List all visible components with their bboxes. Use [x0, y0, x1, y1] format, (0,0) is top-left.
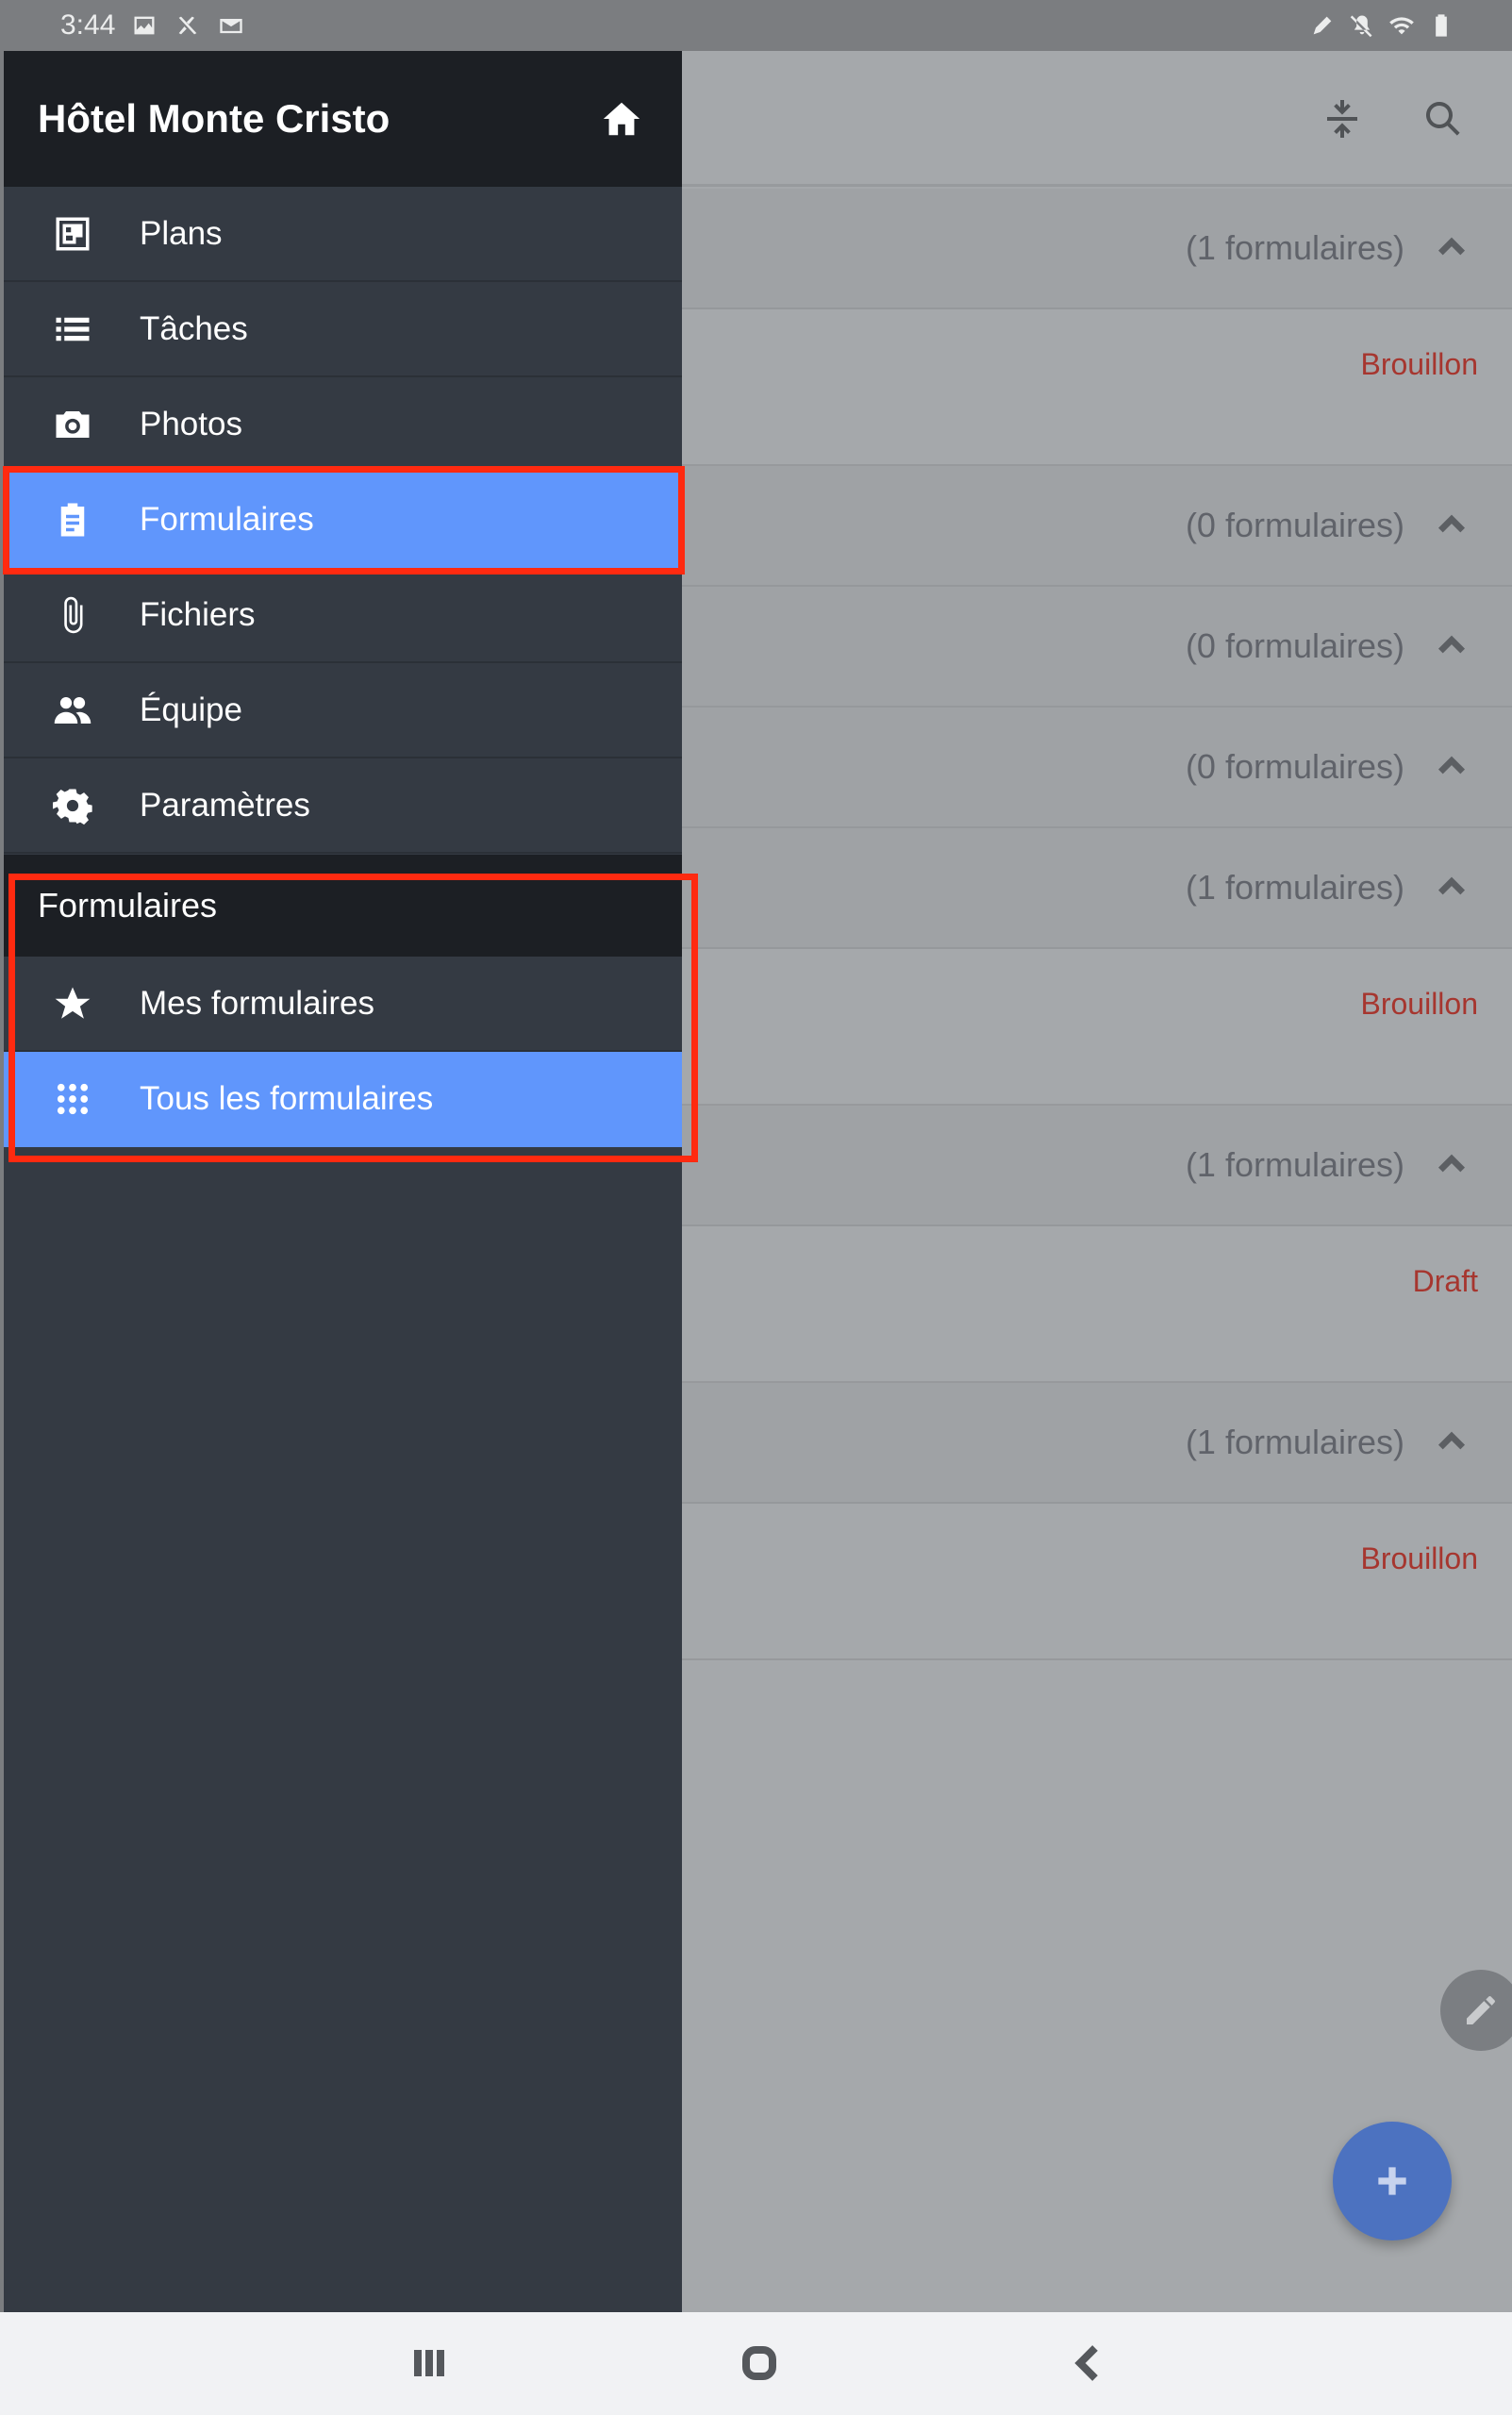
form-row[interactable]: Brouillon	[682, 1504, 1512, 1660]
nav-item-forms[interactable]: Formulaires	[4, 473, 682, 568]
plans-icon	[51, 212, 94, 256]
pencil-icon	[1467, 1996, 1495, 2024]
nav-item-label: Photos	[140, 405, 242, 442]
back-button[interactable]	[1061, 2335, 1118, 2391]
group-row[interactable]: (0 formulaires)	[682, 466, 1512, 587]
drawer-header: Hôtel Monte Cristo	[4, 51, 682, 187]
group-row[interactable]: (1 formulaires)	[682, 828, 1512, 949]
section-title: Formulaires	[38, 886, 218, 924]
grid-icon	[51, 1077, 94, 1121]
recents-icon	[414, 2350, 444, 2376]
group-count: (0 formulaires)	[1185, 506, 1404, 544]
nav-item-label: Mes formulaires	[140, 984, 374, 1022]
system-navigation-bar	[0, 2312, 1512, 2415]
form-status: Draft	[1412, 1264, 1478, 1298]
nav-item-plans[interactable]: Plans	[4, 187, 682, 282]
home-icon	[603, 102, 640, 136]
group-count: (0 formulaires)	[1185, 626, 1404, 665]
nav-item-label: Formulaires	[140, 500, 314, 538]
nav-item-label: Plans	[140, 214, 223, 252]
chevron-up-icon	[1433, 748, 1470, 786]
clipboard-icon	[51, 498, 94, 541]
search-button[interactable]	[1415, 91, 1471, 147]
nav-item-team[interactable]: Équipe	[4, 663, 682, 758]
chevron-up-icon	[1433, 869, 1470, 907]
nav-item-photos[interactable]: Photos	[4, 377, 682, 473]
star-icon	[51, 982, 94, 1025]
project-title: Hôtel Monte Cristo	[38, 96, 390, 141]
no-signal-icon	[174, 11, 202, 40]
nav-item-settings[interactable]: Paramètres	[4, 758, 682, 854]
add-form-button[interactable]	[1333, 2122, 1452, 2240]
status-right	[1308, 11, 1455, 40]
mail-icon	[217, 11, 245, 40]
plus-icon	[1378, 2167, 1406, 2195]
chevron-up-icon	[1433, 1146, 1470, 1184]
compress-icon	[1327, 100, 1357, 138]
group-row[interactable]: (0 formulaires)	[682, 708, 1512, 828]
status-left: 3:44	[60, 9, 245, 42]
status-bar: 3:44	[0, 0, 1512, 51]
search-icon	[1426, 102, 1460, 136]
stylus-icon	[1308, 11, 1337, 40]
mute-icon	[1348, 11, 1376, 40]
nav-item-label: Paramètres	[140, 786, 310, 824]
nav-item-my-forms[interactable]: Mes formulaires	[4, 957, 682, 1052]
nav-item-label: Équipe	[140, 691, 242, 728]
group-count: (0 formulaires)	[1185, 747, 1404, 786]
group-count: (1 formulaires)	[1185, 1145, 1404, 1184]
home-circle-icon	[742, 2346, 776, 2380]
form-status: Brouillon	[1360, 347, 1478, 381]
paperclip-icon	[51, 593, 94, 637]
nav-item-label: Tous les formulaires	[140, 1079, 434, 1117]
group-count: (1 formulaires)	[1185, 868, 1404, 907]
chevron-up-icon	[1433, 229, 1470, 267]
form-status: Brouillon	[1360, 987, 1478, 1021]
camera-icon	[51, 403, 94, 446]
group-row[interactable]: (0 formulaires)	[682, 587, 1512, 708]
group-count: (1 formulaires)	[1185, 228, 1404, 267]
back-icon	[1074, 2345, 1098, 2381]
gear-icon	[51, 784, 94, 827]
chevron-up-icon	[1433, 627, 1470, 665]
form-status: Brouillon	[1360, 1541, 1478, 1575]
home-button[interactable]	[597, 94, 646, 143]
navigation-drawer: Hôtel Monte Cristo Plans Tâches Photos F…	[0, 51, 682, 2312]
list-icon	[51, 308, 94, 351]
form-row[interactable]: Brouillon	[682, 949, 1512, 1106]
image-icon	[130, 11, 158, 40]
wifi-icon	[1387, 11, 1416, 40]
form-row[interactable]: Draft	[682, 1226, 1512, 1383]
recents-button[interactable]	[401, 2335, 457, 2391]
home-system-button[interactable]	[731, 2335, 788, 2391]
nav-item-all-forms[interactable]: Tous les formulaires	[4, 1052, 682, 1147]
group-row[interactable]: (1 formulaires)	[682, 1383, 1512, 1504]
nav-item-label: Fichiers	[140, 595, 256, 633]
group-row[interactable]: (1 formulaires)	[682, 189, 1512, 309]
team-icon	[51, 689, 94, 732]
nav-item-tasks[interactable]: Tâches	[4, 282, 682, 377]
forms-section-header: Formulaires	[4, 855, 682, 957]
nav-item-label: Tâches	[140, 309, 248, 347]
chevron-up-icon	[1433, 507, 1470, 544]
form-row[interactable]: Brouillon	[682, 309, 1512, 466]
battery-icon	[1427, 11, 1455, 40]
edit-fab[interactable]	[1440, 1970, 1512, 2051]
group-row[interactable]: (1 formulaires)	[682, 1106, 1512, 1226]
nav-item-files[interactable]: Fichiers	[4, 568, 682, 663]
status-time: 3:44	[60, 9, 116, 41]
group-count: (1 formulaires)	[1185, 1423, 1404, 1461]
compress-button[interactable]	[1314, 91, 1371, 147]
chevron-up-icon	[1433, 1424, 1470, 1461]
